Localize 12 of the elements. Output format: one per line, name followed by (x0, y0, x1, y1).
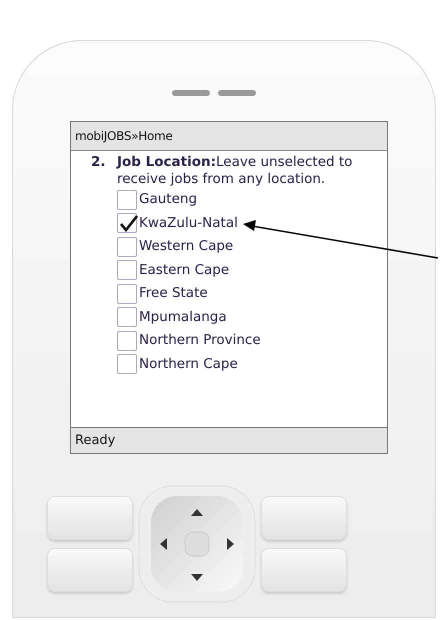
option-label: KwaZulu-Natal (139, 214, 238, 232)
option-label: Northern Cape (139, 356, 238, 373)
option-label: Northern Province (139, 332, 261, 350)
option-label: Free State (139, 285, 208, 302)
option-label: Western Cape (139, 238, 234, 256)
option-label: Gauteng (139, 191, 198, 208)
option-label: Mpumalanga (139, 308, 227, 326)
question-text: Job Location:Leave unselected to receive jobs from any location. (117, 154, 354, 188)
status-bar: Ready (71, 426, 387, 453)
screen-title: mobiJOBS»Home (71, 122, 387, 151)
question-number: 2. (91, 154, 107, 172)
option-label: Eastern Cape (139, 262, 230, 279)
